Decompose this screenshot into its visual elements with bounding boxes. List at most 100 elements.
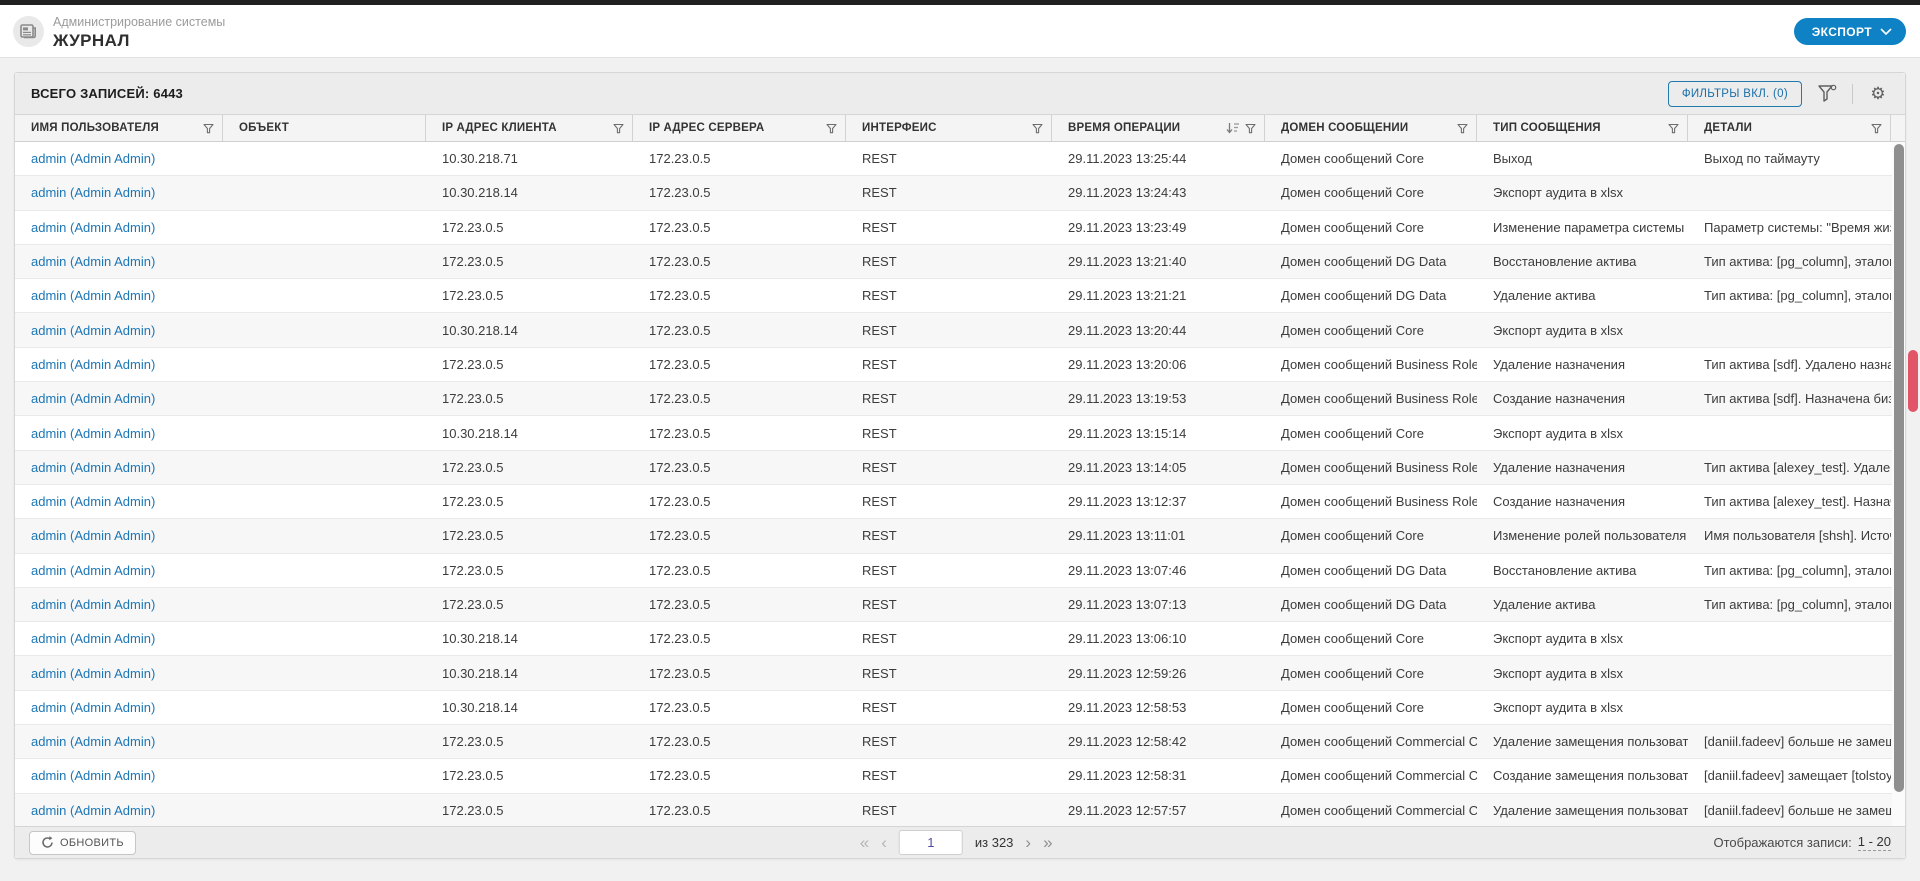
cell-details [1688, 656, 1891, 689]
cell-user[interactable]: admin (Admin Admin) [15, 382, 223, 415]
table-row[interactable]: admin (Admin Admin) 10.30.218.14 172.23.0.… [15, 313, 1905, 348]
cell-user[interactable]: admin (Admin Admin) [15, 725, 223, 758]
showing-records-range[interactable]: 1 - 20 [1857, 834, 1891, 851]
cell-interface: REST [862, 768, 897, 784]
cell-user[interactable]: admin (Admin Admin) [15, 656, 223, 689]
cell-user[interactable]: admin (Admin Admin) [15, 451, 223, 484]
table-header-row: ИМЯ ПОЛЬЗОВАТЕЛЯ ОБЪЕКТ IP АДРЕС КЛИЕНТА IP… [15, 115, 1905, 142]
table-row[interactable]: admin (Admin Admin) 172.23.0.5 172.23.0.5 R… [15, 244, 1905, 280]
cell-user[interactable]: admin (Admin Admin) [15, 416, 223, 449]
table-row[interactable]: admin (Admin Admin) 172.23.0.5 172.23.0.5 R… [15, 587, 1905, 623]
table-row[interactable]: admin (Admin Admin) 10.30.218.14 172.23.0.… [15, 656, 1905, 691]
cell-details [1688, 691, 1891, 724]
cell-interface: REST [862, 254, 897, 270]
cell-domain: Домен сообщений Core [1281, 631, 1424, 647]
cell-user[interactable]: admin (Admin Admin) [15, 279, 223, 312]
cell-object [223, 725, 426, 758]
cell-interface: REST [862, 802, 897, 818]
filter-funnel-icon[interactable] [203, 123, 214, 134]
table-row[interactable]: admin (Admin Admin) 172.23.0.5 172.23.0.5 R… [15, 347, 1905, 383]
table-row[interactable]: admin (Admin Admin) 172.23.0.5 172.23.0.5 R… [15, 553, 1905, 588]
cell-type: Экспорт аудита в xlsx [1493, 185, 1624, 201]
page-number-input[interactable] [898, 830, 963, 855]
cell-domain: Домен сообщений Commercial Co [1281, 734, 1477, 750]
cell-object [223, 622, 426, 655]
table-row[interactable]: admin (Admin Admin) 10.30.218.14 172.23.0.… [15, 416, 1905, 451]
cell-domain: Домен сообщений DG Data [1281, 254, 1447, 270]
table-row[interactable]: admin (Admin Admin) 172.23.0.5 172.23.0.5 R… [15, 793, 1905, 826]
export-button[interactable]: ЭКСПОРТ [1793, 18, 1906, 45]
vertical-scrollbar-track[interactable] [1892, 142, 1905, 826]
cell-user[interactable]: admin (Admin Admin) [15, 519, 223, 552]
cell-user[interactable]: admin (Admin Admin) [15, 142, 223, 175]
cell-ip_server: 172.23.0.5 [649, 356, 711, 372]
table-row[interactable]: admin (Admin Admin) 10.30.218.71 172.23.0.… [15, 142, 1905, 177]
filter-funnel-icon[interactable] [613, 123, 624, 134]
column-header-ip_server[interactable]: IP АДРЕС СЕРВЕРА [633, 115, 846, 141]
filter-funnel-icon[interactable] [1871, 123, 1882, 134]
cell-interface: REST [862, 322, 897, 338]
table-row[interactable]: admin (Admin Admin) 172.23.0.5 172.23.0.5 R… [15, 759, 1905, 794]
vertical-scrollbar-thumb[interactable] [1894, 144, 1904, 792]
cell-user[interactable]: admin (Admin Admin) [15, 348, 223, 381]
cell-user[interactable]: admin (Admin Admin) [15, 622, 223, 655]
cell-user[interactable]: admin (Admin Admin) [15, 588, 223, 621]
table-row[interactable]: admin (Admin Admin) 172.23.0.5 172.23.0.5 R… [15, 725, 1905, 760]
table-row[interactable]: admin (Admin Admin) 172.23.0.5 172.23.0.5 R… [15, 484, 1905, 520]
cell-user[interactable]: admin (Admin Admin) [15, 176, 223, 209]
filter-funnel-icon[interactable] [1668, 123, 1679, 134]
cell-user[interactable]: admin (Admin Admin) [15, 485, 223, 518]
cell-time: 29.11.2023 13:24:43 [1068, 185, 1187, 201]
table-row[interactable]: admin (Admin Admin) 172.23.0.5 172.23.0.5 R… [15, 210, 1905, 245]
cell-domain: Домен сообщений DG Data [1281, 288, 1447, 304]
cell-user[interactable]: admin (Admin Admin) [15, 313, 223, 346]
column-header-time[interactable]: ВРЕМЯ ОПЕРАЦИИ [1052, 115, 1265, 141]
cell-domain: Домен сообщений Commercial Co [1281, 802, 1477, 818]
first-page-button[interactable]: « [860, 834, 869, 851]
column-header-type[interactable]: ТИП СООБЩЕНИЯ [1477, 115, 1688, 141]
cell-user[interactable]: admin (Admin Admin) [15, 794, 223, 826]
filter-clear-icon[interactable] [1816, 83, 1838, 105]
table-row[interactable]: admin (Admin Admin) 10.30.218.14 172.23.0.… [15, 176, 1905, 211]
cell-ip_client: 172.23.0.5 [442, 391, 504, 407]
column-header-domain[interactable]: ДОМЕН СООБЩЕНИЙ [1265, 115, 1477, 141]
cell-user[interactable]: admin (Admin Admin) [15, 691, 223, 724]
next-page-button[interactable]: › [1025, 834, 1031, 851]
last-page-button[interactable]: » [1043, 834, 1052, 851]
cell-user[interactable]: admin (Admin Admin) [15, 211, 223, 244]
table-row[interactable]: admin (Admin Admin) 10.30.218.14 172.23.0.… [15, 690, 1905, 726]
filter-funnel-icon[interactable] [1457, 123, 1468, 134]
filters-toggle-button[interactable]: ФИЛЬТРЫ ВКЛ. (0) [1667, 80, 1802, 107]
cell-time: 29.11.2023 13:20:44 [1068, 322, 1187, 338]
side-panel-handle[interactable] [1908, 350, 1918, 412]
cell-user[interactable]: admin (Admin Admin) [15, 245, 223, 278]
column-header-interface[interactable]: ИНТЕРФЕЙС [846, 115, 1052, 141]
cell-interface: REST [862, 151, 897, 167]
table-row[interactable]: admin (Admin Admin) 10.30.218.14 172.23.0.… [15, 622, 1905, 657]
cell-time: 29.11.2023 12:58:53 [1068, 699, 1187, 715]
cell-user[interactable]: admin (Admin Admin) [15, 759, 223, 792]
cell-domain: Домен сообщений Core [1281, 151, 1424, 167]
filter-funnel-icon[interactable] [826, 123, 837, 134]
column-header-details[interactable]: ДЕТАЛИ [1688, 115, 1891, 141]
filter-funnel-icon[interactable] [1245, 123, 1256, 134]
column-header-object[interactable]: ОБЪЕКТ [223, 115, 426, 141]
refresh-button[interactable]: ОБНОВИТЬ [29, 830, 136, 855]
column-header-ip_client[interactable]: IP АДРЕС КЛИЕНТА [426, 115, 633, 141]
filter-funnel-icon[interactable] [1032, 123, 1043, 134]
table-row[interactable]: admin (Admin Admin) 172.23.0.5 172.23.0.5 R… [15, 519, 1905, 554]
gear-icon[interactable]: ⚙ [1867, 83, 1889, 105]
column-header-user[interactable]: ИМЯ ПОЛЬЗОВАТЕЛЯ [15, 115, 223, 141]
cell-user[interactable]: admin (Admin Admin) [15, 554, 223, 587]
cell-domain: Домен сообщений Business Roles [1281, 356, 1477, 372]
prev-page-button[interactable]: ‹ [881, 834, 887, 851]
sort-desc-icon[interactable] [1226, 122, 1240, 134]
cell-object [223, 588, 426, 621]
cell-type: Создание назначения [1493, 494, 1626, 510]
cell-details: [daniil.fadeev] замещает [tolstoy] с [1704, 768, 1891, 784]
table-row[interactable]: admin (Admin Admin) 172.23.0.5 172.23.0.5 R… [15, 279, 1905, 314]
cell-type: Изменение параметра системы [1493, 219, 1685, 235]
table-row[interactable]: admin (Admin Admin) 172.23.0.5 172.23.0.5 R… [15, 382, 1905, 417]
table-row[interactable]: admin (Admin Admin) 172.23.0.5 172.23.0.5 R… [15, 450, 1905, 485]
column-label: ОБЪЕКТ [239, 122, 289, 134]
